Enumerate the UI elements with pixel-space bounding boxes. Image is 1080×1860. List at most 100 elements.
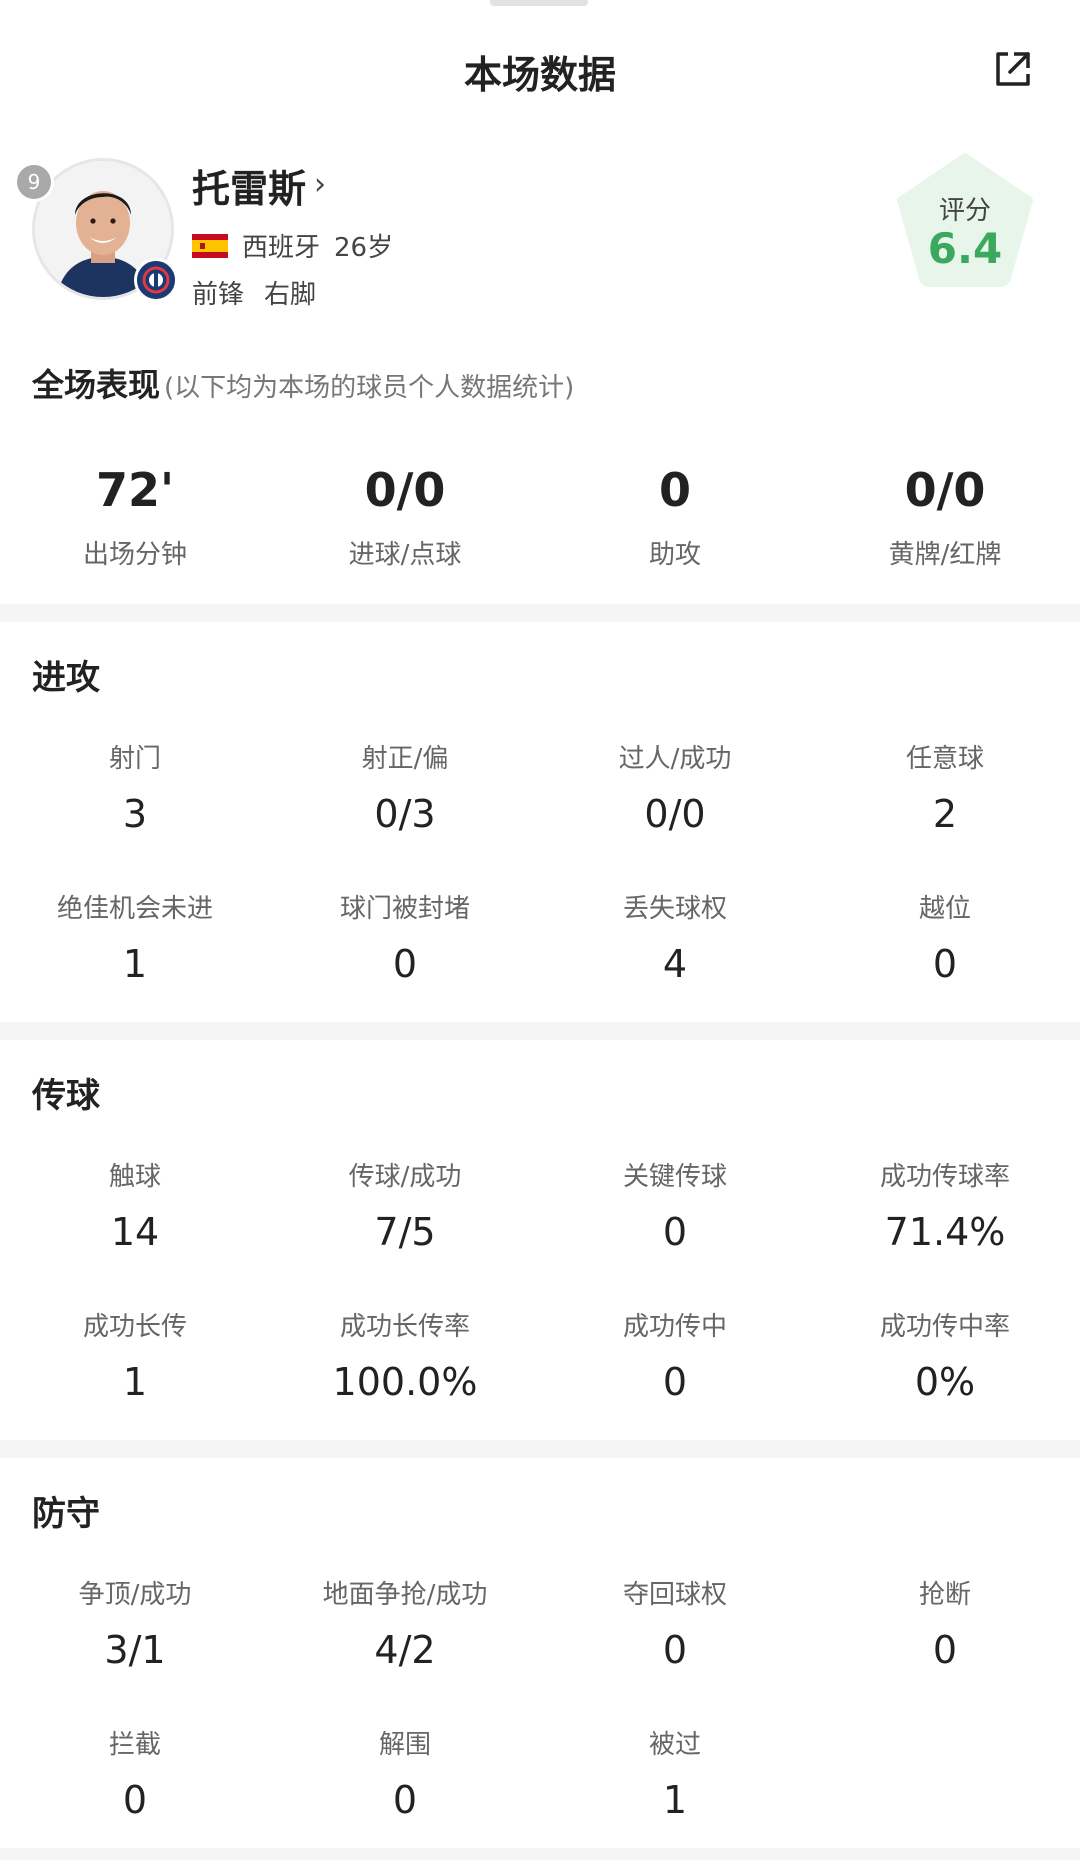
jersey-number-badge: 9 [14, 162, 54, 202]
stat-item: 射正/偏 0/3 [270, 742, 540, 892]
stat-value: 0 [662, 1628, 688, 1672]
stat-label: 绝佳机会未进 [56, 894, 213, 924]
chevron-right-icon: › [314, 167, 327, 202]
stat-label: 拦截 [108, 1730, 161, 1760]
stat-value: 0% [914, 1360, 976, 1404]
stat-item: 球门被封堵 0 [270, 892, 540, 1042]
position: 前锋 [192, 280, 245, 310]
club-crest-icon [134, 258, 178, 302]
stat-value: 100.0% [332, 1360, 478, 1404]
stat-item: 夺回球权 0 [540, 1578, 810, 1728]
stat-item: 成功传中率 0% [810, 1310, 1080, 1460]
stat-item: 越位 0 [810, 892, 1080, 1042]
stat-label: 成功传中率 [879, 1312, 1010, 1342]
stat-label: 解围 [378, 1730, 431, 1760]
section-divider [0, 604, 1080, 622]
age: 26岁 [334, 233, 394, 263]
position-row: 前锋 右脚 [192, 274, 393, 311]
spain-flag-icon [192, 233, 228, 258]
stat-value: 1 [122, 942, 148, 986]
overview-title: 全场表现 (以下均为本场的球员个人数据统计) [32, 360, 574, 406]
stat-item: 传球/成功 7/5 [270, 1160, 540, 1310]
stat-item: 争顶/成功 3/1 [0, 1578, 270, 1728]
stat-value: 1 [662, 1778, 688, 1822]
overview-note: (以下均为本场的球员个人数据统计) [164, 373, 575, 403]
stat-value: 14 [110, 1210, 160, 1254]
section-divider [0, 1848, 1080, 1860]
stat-item: 过人/成功 0/0 [540, 742, 810, 892]
stat-label: 助攻 [648, 540, 701, 570]
summary-cards: 0/0 黄牌/红牌 [810, 460, 1080, 610]
stat-label: 传球/成功 [348, 1162, 462, 1192]
stat-label: 地面争抢/成功 [322, 1580, 488, 1610]
stats-row: 拦截 0 解围 0 被过 1 [0, 1728, 1080, 1860]
stat-label: 抢断 [918, 1580, 971, 1610]
nationality-row: 西班牙 26岁 [192, 227, 393, 264]
summary-assists: 0 助攻 [540, 460, 810, 610]
stat-label: 射门 [108, 744, 161, 774]
rating-value: 6.4 [927, 224, 1003, 273]
stat-label: 进球/点球 [348, 540, 462, 570]
stat-item: 任意球 2 [810, 742, 1080, 892]
stat-label: 成功长传率 [339, 1312, 470, 1342]
page-title: 本场数据 [463, 53, 616, 97]
overview-heading: 全场表现 [32, 366, 161, 404]
stat-item: 成功长传率 100.0% [270, 1310, 540, 1460]
stat-value: 0 [392, 1778, 418, 1822]
stats-row: 触球 14 传球/成功 7/5 关键传球 0 成功传球率 71.4% [0, 1160, 1080, 1310]
stat-value: 0 [392, 942, 418, 986]
stat-label: 越位 [918, 894, 971, 924]
stat-value: 0 [658, 463, 691, 517]
player-name: 托雷斯 [192, 167, 307, 211]
stat-item: 解围 0 [270, 1728, 540, 1860]
header: 本场数据 [0, 0, 1080, 140]
stat-value: 0 [662, 1360, 688, 1404]
player-card[interactable]: 9 托雷斯 › 西班牙 26岁 前锋 右脚 评分 6.4 [0, 150, 1080, 310]
stat-value: 2 [932, 792, 958, 836]
stat-item: 触球 14 [0, 1160, 270, 1310]
stat-value: 0 [932, 942, 958, 986]
stat-value: 0/0 [644, 792, 706, 836]
stat-value: 0/0 [364, 463, 446, 517]
stats-row: 争顶/成功 3/1 地面争抢/成功 4/2 夺回球权 0 抢断 0 [0, 1578, 1080, 1728]
stat-value: 1 [122, 1360, 148, 1404]
stats-row: 成功长传 1 成功长传率 100.0% 成功传中 0 成功传中率 0% [0, 1310, 1080, 1460]
stat-label: 球门被封堵 [339, 894, 470, 924]
stat-value: 4 [662, 942, 688, 986]
stat-label: 成功传球率 [879, 1162, 1010, 1192]
player-name-link[interactable]: 托雷斯 › [192, 158, 393, 213]
stat-label: 成功长传 [82, 1312, 187, 1342]
summary-minutes: 72' 出场分钟 [0, 460, 270, 610]
stat-label: 出场分钟 [82, 540, 187, 570]
section-divider [0, 1022, 1080, 1040]
stat-label: 成功传中 [622, 1312, 727, 1342]
stat-value: 3/1 [104, 1628, 166, 1672]
stat-label: 触球 [108, 1162, 161, 1192]
player-info: 托雷斯 › 西班牙 26岁 前锋 右脚 [192, 158, 393, 311]
stat-label: 过人/成功 [618, 744, 732, 774]
stat-value: 0 [662, 1210, 688, 1254]
stat-item: 成功传球率 71.4% [810, 1160, 1080, 1310]
nationality: 西班牙 [242, 233, 321, 263]
stat-item: 绝佳机会未进 1 [0, 892, 270, 1042]
stat-item: 成功传中 0 [540, 1310, 810, 1460]
share-external-icon[interactable] [988, 44, 1038, 94]
stat-value: 72' [95, 463, 175, 517]
stat-value: 0 [122, 1778, 148, 1822]
stat-item: 射门 3 [0, 742, 270, 892]
summary-stats: 72' 出场分钟 0/0 进球/点球 0 助攻 0/0 黄牌/红牌 [0, 460, 1080, 610]
stat-label: 夺回球权 [622, 1580, 727, 1610]
stat-label: 射正/偏 [361, 744, 449, 774]
stat-value: 71.4% [884, 1210, 1006, 1254]
stat-value: 0 [932, 1628, 958, 1672]
stat-item: 被过 1 [540, 1728, 810, 1860]
stat-label: 关键传球 [622, 1162, 727, 1192]
stats-row: 射门 3 射正/偏 0/3 过人/成功 0/0 任意球 2 [0, 742, 1080, 892]
stat-label: 丢失球权 [622, 894, 727, 924]
stats-grid: 争顶/成功 3/1 地面争抢/成功 4/2 夺回球权 0 抢断 0 拦截 0 解围 0 被过… [0, 1578, 1080, 1860]
section-title: 传球 [32, 1076, 100, 1116]
stats-row: 绝佳机会未进 1 球门被封堵 0 丢失球权 4 越位 0 [0, 892, 1080, 1042]
section-title: 进攻 [32, 658, 100, 698]
rating-badge: 评分 6.4 [892, 150, 1038, 290]
summary-goals: 0/0 进球/点球 [270, 460, 540, 610]
